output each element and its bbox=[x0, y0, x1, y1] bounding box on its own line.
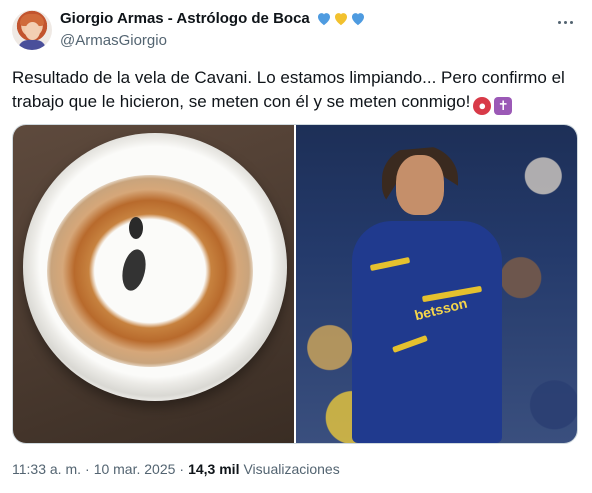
tweet-date[interactable]: 10 mar. 2025 bbox=[94, 461, 176, 477]
separator: · bbox=[85, 461, 90, 477]
wax-drop bbox=[129, 217, 143, 239]
views-count: 14,3 mil bbox=[188, 461, 240, 477]
heart-icons bbox=[316, 11, 366, 26]
player-jersey bbox=[352, 221, 502, 443]
more-options-icon[interactable] bbox=[554, 12, 576, 32]
yellow-heart-icon bbox=[333, 11, 349, 26]
blue-heart-icon bbox=[350, 11, 366, 26]
separator: · bbox=[179, 461, 185, 477]
angry-face-icon: ● bbox=[473, 97, 492, 115]
photo-plate[interactable] bbox=[13, 125, 294, 443]
tweet-footer: 11:33 a. m. · 10 mar. 2025 · 14,3 mil Vi… bbox=[12, 461, 340, 477]
latin-cross-icon: ✝ bbox=[494, 97, 513, 115]
player-head bbox=[396, 155, 444, 215]
dot bbox=[569, 20, 573, 24]
spice-ring bbox=[47, 175, 253, 367]
avatar[interactable] bbox=[12, 10, 52, 50]
dot bbox=[563, 20, 567, 24]
tweet-time[interactable]: 11:33 a. m. bbox=[12, 461, 81, 477]
photo-player[interactable]: betsson bbox=[296, 125, 577, 443]
author-display-name[interactable]: Giorgio Armas - Astrólogo de Boca bbox=[60, 10, 310, 27]
dot bbox=[557, 20, 561, 24]
views-label: Visualizaciones bbox=[243, 461, 340, 477]
author-name-row: Giorgio Armas - Astrólogo de Boca bbox=[60, 10, 366, 27]
blue-heart-icon bbox=[316, 11, 332, 26]
tweet-text: Resultado de la vela de Cavani. Lo estam… bbox=[12, 66, 582, 115]
jersey-stripe bbox=[392, 335, 428, 353]
tweet-media[interactable]: betsson bbox=[12, 124, 578, 444]
avatar-face bbox=[25, 22, 40, 40]
author-handle[interactable]: @ArmasGiorgio bbox=[60, 32, 167, 49]
avatar-shirt bbox=[18, 40, 46, 50]
jersey-stripe bbox=[369, 256, 411, 272]
